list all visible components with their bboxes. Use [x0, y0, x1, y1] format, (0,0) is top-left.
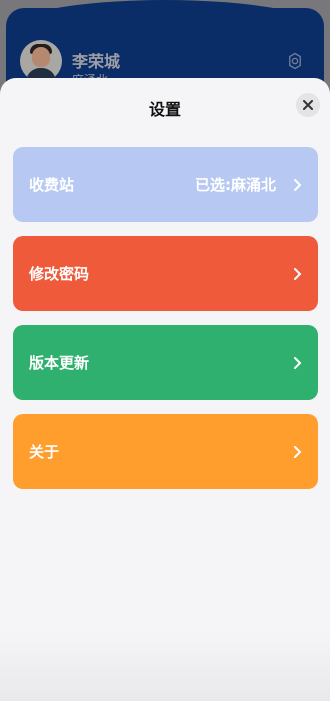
close-button[interactable]: [296, 93, 320, 117]
about-label: 关于: [29, 443, 60, 461]
chevron-right-icon: [294, 178, 302, 191]
change-password-item[interactable]: 修改密码: [13, 236, 318, 311]
change-password-label: 修改密码: [29, 265, 90, 283]
bottom-fade: [0, 631, 330, 701]
chevron-right-icon: [294, 267, 302, 280]
settings-sheet: 设置 收费站 已选:麻涌北 修改密码 版本更新 关于: [0, 78, 330, 701]
toll-station-item[interactable]: 收费站 已选:麻涌北: [13, 147, 318, 222]
close-icon: [303, 100, 313, 110]
version-update-label: 版本更新: [29, 354, 90, 372]
chevron-right-icon: [294, 445, 302, 458]
sheet-title: 设置: [148, 100, 181, 119]
toll-station-selected-value: 已选:麻涌北: [195, 176, 276, 194]
version-update-item[interactable]: 版本更新: [13, 325, 318, 400]
toll-station-label: 收费站: [29, 176, 75, 194]
about-item[interactable]: 关于: [13, 414, 318, 489]
chevron-right-icon: [294, 356, 302, 369]
